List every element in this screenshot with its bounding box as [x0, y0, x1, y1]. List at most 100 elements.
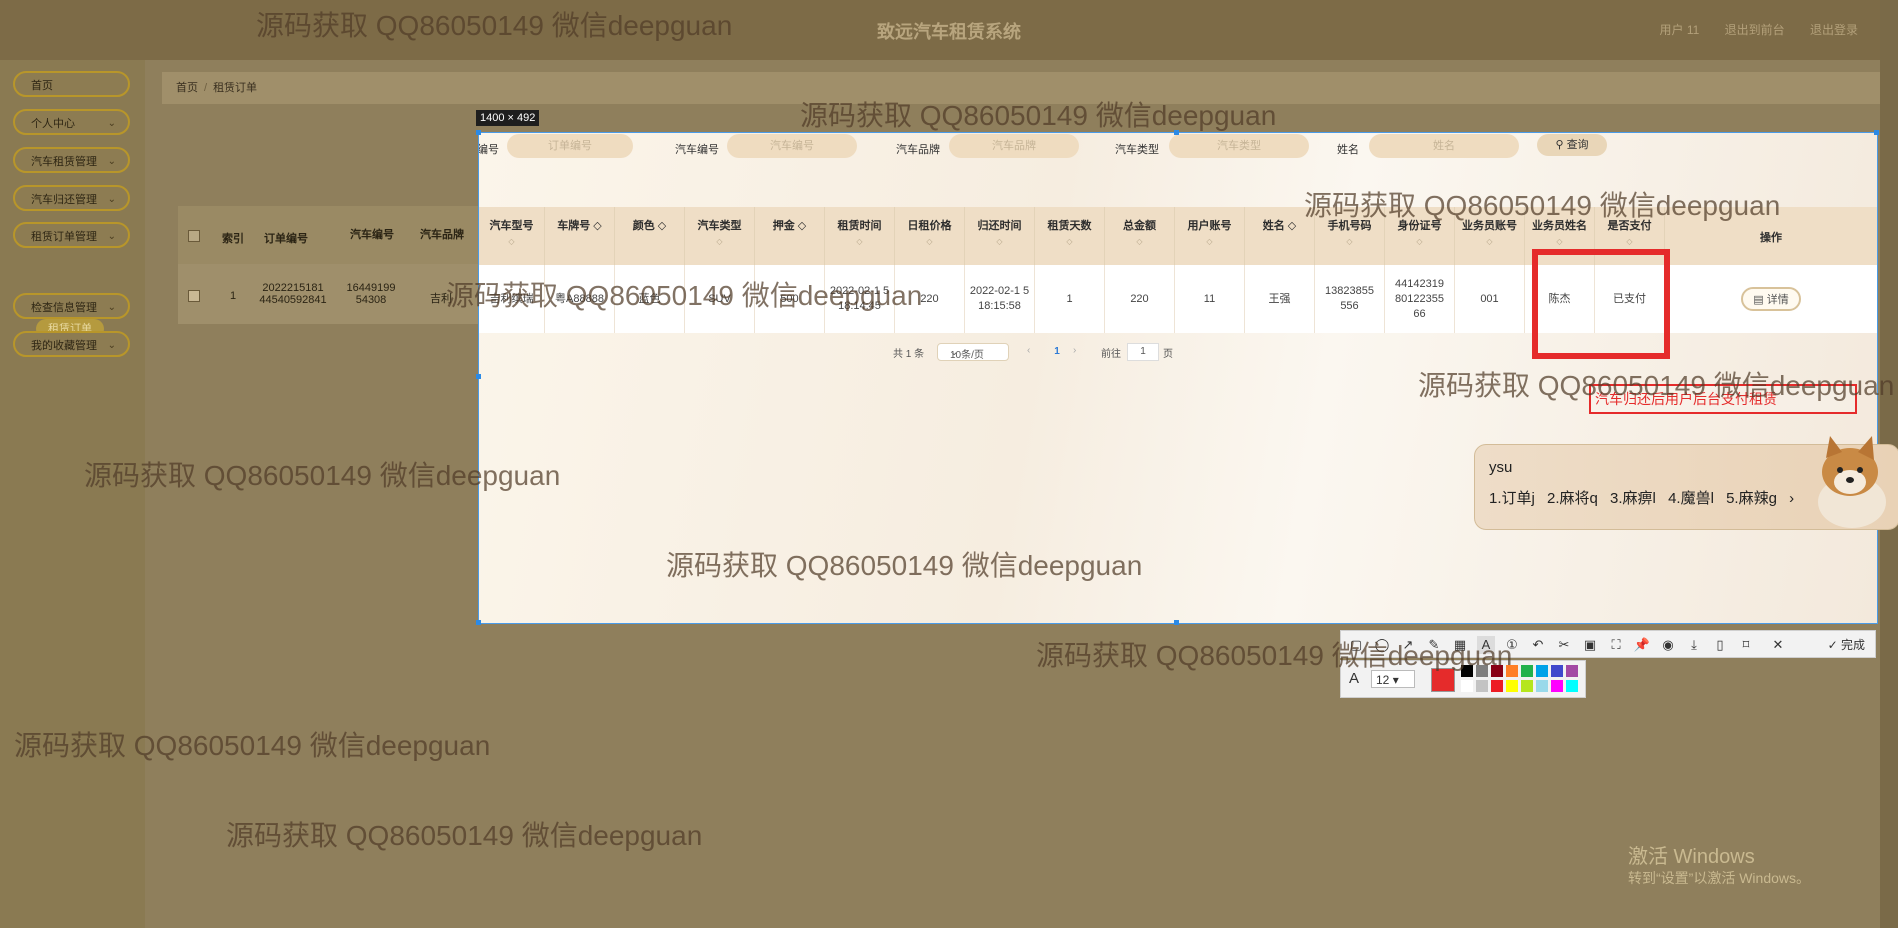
sidebar: 首页 个人中心 ⌄ 汽车租赁管理 ⌄ 汽车归还管理 ⌄ 租赁订单管理 ⌄ 租赁订单 检查… — [0, 60, 145, 928]
checkbox[interactable] — [188, 230, 200, 242]
sidebar-item-personal[interactable]: 个人中心 ⌄ — [13, 109, 130, 135]
color-swatch[interactable] — [1551, 665, 1563, 677]
search-label: 汽车编号 — [675, 144, 719, 156]
page-unit: 页 — [1163, 349, 1173, 360]
color-swatch[interactable] — [1536, 665, 1548, 677]
cell-user-account: 11 — [1175, 265, 1245, 333]
sidebar-item-orders[interactable]: 租赁订单管理 ⌄ — [13, 222, 130, 248]
watermark-text: 源码获取 QQ86050149 微信deepguan — [800, 100, 1277, 131]
type-input[interactable]: 汽车类型 — [1169, 134, 1309, 158]
sidebar-item-car-return[interactable]: 汽车归还管理 ⌄ — [13, 185, 130, 211]
sidebar-item-home[interactable]: 首页 — [13, 71, 130, 97]
breadcrumb-home[interactable]: 首页 — [176, 82, 198, 94]
sidebar-item-label: 汽车归还管理 — [31, 194, 97, 206]
color-swatch[interactable] — [1461, 680, 1473, 692]
ime-candidates: 1.订单j 2.麻将q 3.麻痹l 4.魔兽l 5.麻辣g › — [1489, 487, 1802, 508]
chevron-down-icon: ⌄ — [107, 340, 116, 351]
column-header-return-time[interactable]: 归还时间 ◇ — [965, 207, 1035, 265]
cell-id-card: 44142319 80122355 66 — [1385, 265, 1455, 333]
highlight-rectangle[interactable] — [1532, 249, 1670, 359]
color-swatch[interactable] — [1476, 680, 1488, 692]
detail-button-label: 详情 — [1766, 294, 1789, 306]
ime-candidate[interactable]: 5.麻辣g — [1726, 490, 1777, 507]
bookmark-icon[interactable]: ⌑ — [1737, 636, 1755, 654]
sidebar-item-label: 检查信息管理 — [31, 302, 97, 314]
watermark-text: 源码获取 QQ86050149 微信deepguan — [666, 550, 1143, 581]
ime-candidate[interactable]: 1.订单j — [1489, 490, 1535, 507]
ocr-icon[interactable]: ▣ — [1581, 636, 1599, 654]
column-header-model[interactable]: 汽车型号 ◇ — [479, 207, 545, 265]
ime-candidate[interactable]: 4.魔兽l — [1668, 490, 1714, 507]
row-checkbox[interactable] — [188, 290, 200, 302]
record-icon[interactable]: ◉ — [1659, 636, 1677, 654]
undo-icon[interactable]: ↶ — [1529, 636, 1547, 654]
color-swatch[interactable] — [1566, 665, 1578, 677]
cell-return-time: 2022-02-1 5 18:15:58 — [965, 265, 1035, 333]
brand-input[interactable]: 汽车品牌 — [949, 134, 1079, 158]
column-header-days[interactable]: 租赁天数 ◇ — [1035, 207, 1105, 265]
resize-handle[interactable] — [1874, 130, 1879, 135]
column-header-color[interactable]: 颜色 ◇ — [615, 207, 685, 265]
column-header-deposit[interactable]: 押金 ◇ — [755, 207, 825, 265]
pin-icon[interactable]: 📌 — [1633, 636, 1651, 654]
download-icon[interactable]: ⤓ — [1685, 636, 1703, 654]
windows-activation-title: 激活 Windows — [1628, 846, 1755, 868]
name-input[interactable]: 姓名 — [1369, 134, 1519, 158]
next-page-icon[interactable]: › — [1073, 345, 1076, 356]
ime-candidate[interactable]: 3.麻痹l — [1610, 490, 1656, 507]
top-links: 用户 11 退出到前台 退出登录 — [1637, 21, 1858, 38]
done-button[interactable]: ✓ 完成 — [1828, 636, 1865, 653]
search-label: 订单编号 — [478, 144, 499, 156]
close-icon[interactable]: ✕ — [1769, 636, 1787, 654]
color-swatch[interactable] — [1536, 680, 1548, 692]
chevron-down-icon: ⌄ — [107, 231, 116, 242]
column-header-user-account[interactable]: 用户账号 ◇ — [1175, 207, 1245, 265]
resize-handle[interactable] — [476, 130, 481, 135]
column-header-type[interactable]: 汽车类型 ◇ — [685, 207, 755, 265]
search-label: 姓名 — [1337, 144, 1359, 156]
cell-name: 王强 — [1245, 265, 1315, 333]
sidebar-item-favorites[interactable]: 我的收藏管理 ⌄ — [13, 331, 130, 357]
front-link[interactable]: 退出到前台 — [1725, 23, 1785, 37]
search-icon: ⚲ — [1555, 139, 1567, 151]
search-button[interactable]: ⚲ 查询 — [1537, 134, 1607, 156]
color-swatch[interactable] — [1491, 680, 1503, 692]
resize-handle[interactable] — [476, 620, 481, 625]
column-header-daily-price[interactable]: 日租价格 ◇ — [895, 207, 965, 265]
sidebar-item-car-rental[interactable]: 汽车租赁管理 ⌄ — [13, 147, 130, 173]
color-swatch[interactable] — [1521, 665, 1533, 677]
check-icon: ✓ — [1827, 638, 1841, 652]
bg-column-header: 订单编号 — [264, 233, 308, 245]
save-icon[interactable]: ▯ — [1711, 636, 1729, 654]
user-link[interactable]: 用户 11 — [1659, 23, 1699, 37]
resize-handle[interactable] — [1174, 620, 1179, 625]
color-swatch[interactable] — [1506, 680, 1518, 692]
column-header-total[interactable]: 总金额 ◇ — [1105, 207, 1175, 265]
page-size-select[interactable]: 10条/页 ⌄ — [937, 343, 1009, 361]
sidebar-item-inspection[interactable]: 检查信息管理 ⌄ — [13, 293, 130, 319]
goto-label: 前往 — [1101, 349, 1121, 360]
color-swatch[interactable] — [1521, 680, 1533, 692]
watermark-text: 源码获取 QQ86050149 微信deepguan — [226, 820, 703, 851]
column-header-plate[interactable]: 车牌号 ◇ — [545, 207, 615, 265]
chevron-down-icon: ⌄ — [107, 118, 116, 129]
translate-icon[interactable]: ✂ — [1555, 636, 1573, 654]
logout-link[interactable]: 退出登录 — [1810, 23, 1858, 37]
cell-total: 220 — [1105, 265, 1175, 333]
watermark-text: 源码获取 QQ86050149 微信deepguan — [1304, 190, 1781, 221]
next-candidates-icon[interactable]: › — [1789, 490, 1794, 507]
chevron-down-icon: ⌄ — [107, 156, 116, 167]
detail-button[interactable]: ▤ 详情 — [1741, 287, 1801, 311]
bg-cell-index: 1 — [230, 290, 237, 302]
scroll-capture-icon[interactable]: ⛶ — [1607, 636, 1625, 654]
column-header-rent-time[interactable]: 租赁时间 ◇ — [825, 207, 895, 265]
ime-candidate[interactable]: 2.麻将q — [1547, 490, 1598, 507]
page-number[interactable]: 1 — [1047, 343, 1067, 361]
resize-handle[interactable] — [476, 374, 481, 379]
car-no-input[interactable]: 汽车编号 — [727, 134, 857, 158]
color-swatch[interactable] — [1551, 680, 1563, 692]
goto-page-input[interactable]: 1 — [1127, 343, 1159, 361]
prev-page-icon[interactable]: ‹ — [1027, 345, 1030, 356]
color-swatch[interactable] — [1566, 680, 1578, 692]
order-no-input[interactable]: 订单编号 — [507, 134, 633, 158]
